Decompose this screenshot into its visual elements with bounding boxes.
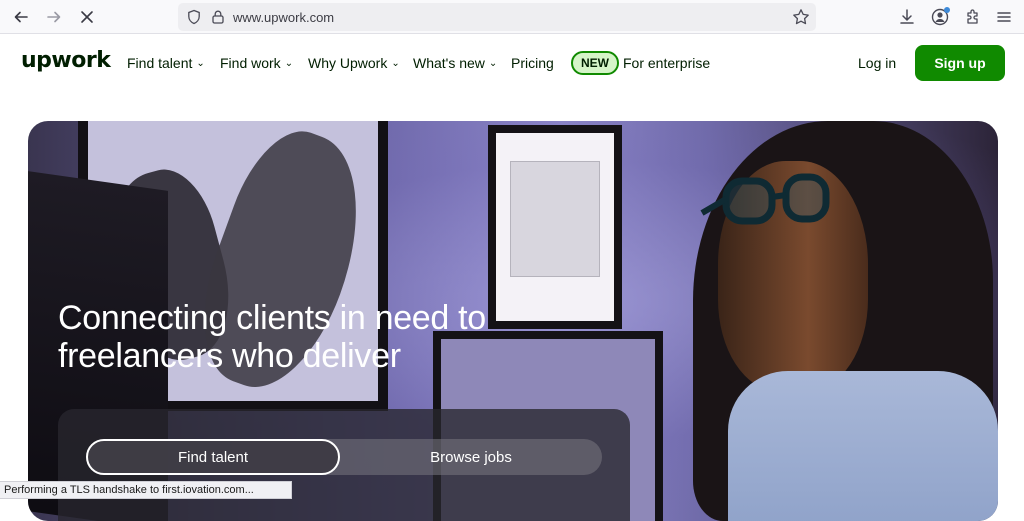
site-header: upwork Find talent ⌄ Find work ⌄ Why Upwor…: [0, 34, 1024, 94]
chevron-down-icon: ⌄: [391, 57, 400, 69]
hero-banner: Connecting clients in need to freelancer…: [28, 121, 998, 521]
browser-toolbar: www.upwork.com: [0, 0, 1024, 34]
close-icon[interactable]: [77, 7, 97, 27]
hero-title: Connecting clients in need to freelancer…: [58, 299, 486, 375]
nav-label: Why Upwork: [308, 55, 388, 71]
glasses-shape: [700, 173, 830, 225]
nav-whats-new[interactable]: What's new ⌄: [413, 55, 497, 71]
url-bar[interactable]: www.upwork.com: [178, 3, 816, 31]
search-card: Find talent Browse jobs: [58, 409, 630, 521]
nav-label: What's new: [413, 55, 485, 71]
bookmark-star-icon[interactable]: [792, 8, 810, 31]
nav-for-enterprise[interactable]: For enterprise: [623, 55, 710, 71]
tab-find-talent[interactable]: Find talent: [86, 439, 340, 475]
nav-label: Find talent: [127, 55, 193, 71]
url-text[interactable]: www.upwork.com: [233, 10, 334, 25]
upwork-logo[interactable]: upwork: [21, 48, 111, 73]
account-icon[interactable]: [929, 6, 951, 28]
shield-icon[interactable]: [186, 9, 202, 30]
nav-why-upwork[interactable]: Why Upwork ⌄: [308, 55, 400, 71]
new-badge: NEW: [571, 51, 619, 75]
nav-label: Find work: [220, 55, 281, 71]
signup-button[interactable]: Sign up: [915, 45, 1005, 81]
nav-find-talent[interactable]: Find talent ⌄: [127, 55, 205, 71]
login-link[interactable]: Log in: [858, 55, 896, 71]
nav-find-work[interactable]: Find work ⌄: [220, 55, 293, 71]
nav-label: Pricing: [511, 55, 554, 71]
forward-arrow-icon[interactable]: [44, 7, 64, 27]
notification-dot: [944, 7, 950, 13]
nav-pricing[interactable]: Pricing: [511, 55, 554, 71]
lock-icon[interactable]: [210, 9, 226, 30]
status-bar: Performing a TLS handshake to first.iova…: [0, 481, 292, 499]
menu-icon[interactable]: [993, 6, 1015, 28]
download-icon[interactable]: [896, 6, 918, 28]
extensions-icon[interactable]: [962, 6, 984, 28]
tab-browse-jobs[interactable]: Browse jobs: [340, 439, 602, 475]
chevron-down-icon: ⌄: [488, 57, 498, 69]
search-mode-toggle: Find talent Browse jobs: [86, 439, 602, 475]
chevron-down-icon: ⌄: [284, 57, 294, 69]
chevron-down-icon: ⌄: [196, 57, 205, 69]
back-arrow-icon[interactable]: [11, 7, 31, 27]
